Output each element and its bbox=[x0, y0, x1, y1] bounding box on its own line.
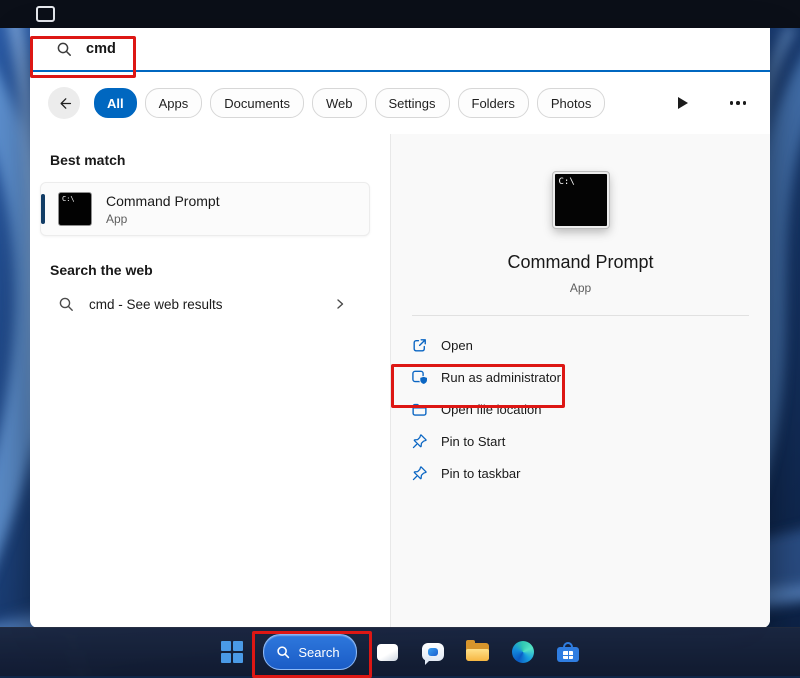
best-match-title: Command Prompt bbox=[106, 193, 220, 209]
taskbar-search-label: Search bbox=[298, 645, 339, 660]
task-view-icon bbox=[377, 644, 398, 661]
edge-icon bbox=[512, 641, 534, 663]
action-open-file-location[interactable]: Open file location bbox=[411, 393, 770, 425]
back-button[interactable] bbox=[48, 87, 80, 119]
tab-photos[interactable]: Photos bbox=[537, 88, 605, 118]
store-button[interactable] bbox=[548, 632, 588, 672]
selection-indicator bbox=[41, 194, 45, 224]
action-open[interactable]: Open bbox=[411, 329, 770, 361]
more-options-icon[interactable] bbox=[728, 93, 749, 113]
action-pin-to-taskbar[interactable]: Pin to taskbar bbox=[411, 457, 770, 489]
action-list: Open Run as administrator Open file loca… bbox=[391, 316, 770, 489]
tab-settings[interactable]: Settings bbox=[375, 88, 450, 118]
file-explorer-icon bbox=[466, 643, 489, 661]
top-strip bbox=[0, 0, 800, 28]
command-prompt-icon-large: C:\ bbox=[553, 172, 609, 228]
best-match-item[interactable]: C:\ Command Prompt App bbox=[40, 182, 370, 236]
preview-subtitle: App bbox=[570, 281, 591, 295]
search-web-heading: Search the web bbox=[50, 262, 376, 278]
task-view-button[interactable] bbox=[368, 632, 408, 672]
filter-tabs-row: All Apps Documents Web Settings Folders … bbox=[30, 72, 770, 134]
chevron-right-icon bbox=[334, 298, 346, 310]
search-bar bbox=[30, 28, 770, 72]
preview-panel: C:\ Command Prompt App Open Run as admin… bbox=[390, 134, 770, 628]
action-label: Pin to Start bbox=[441, 434, 505, 449]
search-icon bbox=[56, 41, 72, 57]
action-label: Run as administrator bbox=[441, 370, 561, 385]
chat-icon bbox=[422, 643, 444, 661]
web-result-item[interactable]: cmd - See web results bbox=[40, 284, 358, 324]
run-as-admin-icon bbox=[411, 369, 428, 386]
search-icon bbox=[276, 645, 290, 659]
action-label: Open file location bbox=[441, 402, 541, 417]
taskbar: Search bbox=[0, 627, 800, 676]
start-button[interactable] bbox=[212, 632, 252, 672]
best-match-subtitle: App bbox=[106, 212, 220, 226]
windows-logo-icon bbox=[221, 641, 243, 663]
edge-button[interactable] bbox=[503, 632, 543, 672]
folder-icon bbox=[411, 401, 428, 418]
play-icon[interactable] bbox=[678, 97, 688, 109]
open-icon bbox=[411, 337, 428, 354]
action-label: Pin to taskbar bbox=[441, 466, 521, 481]
best-match-text: Command Prompt App bbox=[106, 193, 220, 226]
web-result-label: cmd - See web results bbox=[89, 297, 223, 312]
chat-button[interactable] bbox=[413, 632, 453, 672]
preview-title: Command Prompt bbox=[507, 252, 653, 273]
windows-search-flyout: All Apps Documents Web Settings Folders … bbox=[30, 28, 770, 628]
tab-documents[interactable]: Documents bbox=[210, 88, 304, 118]
file-explorer-button[interactable] bbox=[458, 632, 498, 672]
results-area: Best match C:\ Command Prompt App Search… bbox=[30, 134, 770, 628]
search-input[interactable] bbox=[84, 40, 750, 58]
results-list-panel: Best match C:\ Command Prompt App Search… bbox=[30, 134, 390, 628]
command-prompt-icon: C:\ bbox=[58, 192, 92, 226]
action-pin-to-start[interactable]: Pin to Start bbox=[411, 425, 770, 457]
pin-to-taskbar-icon bbox=[411, 465, 428, 482]
window-icon bbox=[36, 6, 55, 22]
tab-web[interactable]: Web bbox=[312, 88, 367, 118]
tab-folders[interactable]: Folders bbox=[458, 88, 529, 118]
action-label: Open bbox=[441, 338, 473, 353]
microsoft-store-icon bbox=[557, 642, 579, 662]
tab-all[interactable]: All bbox=[94, 88, 137, 118]
tab-apps[interactable]: Apps bbox=[145, 88, 203, 118]
action-run-as-administrator[interactable]: Run as administrator bbox=[411, 361, 770, 393]
search-icon bbox=[58, 296, 74, 312]
taskbar-search-button[interactable]: Search bbox=[263, 634, 356, 670]
best-match-heading: Best match bbox=[50, 152, 376, 168]
pin-to-start-icon bbox=[411, 433, 428, 450]
